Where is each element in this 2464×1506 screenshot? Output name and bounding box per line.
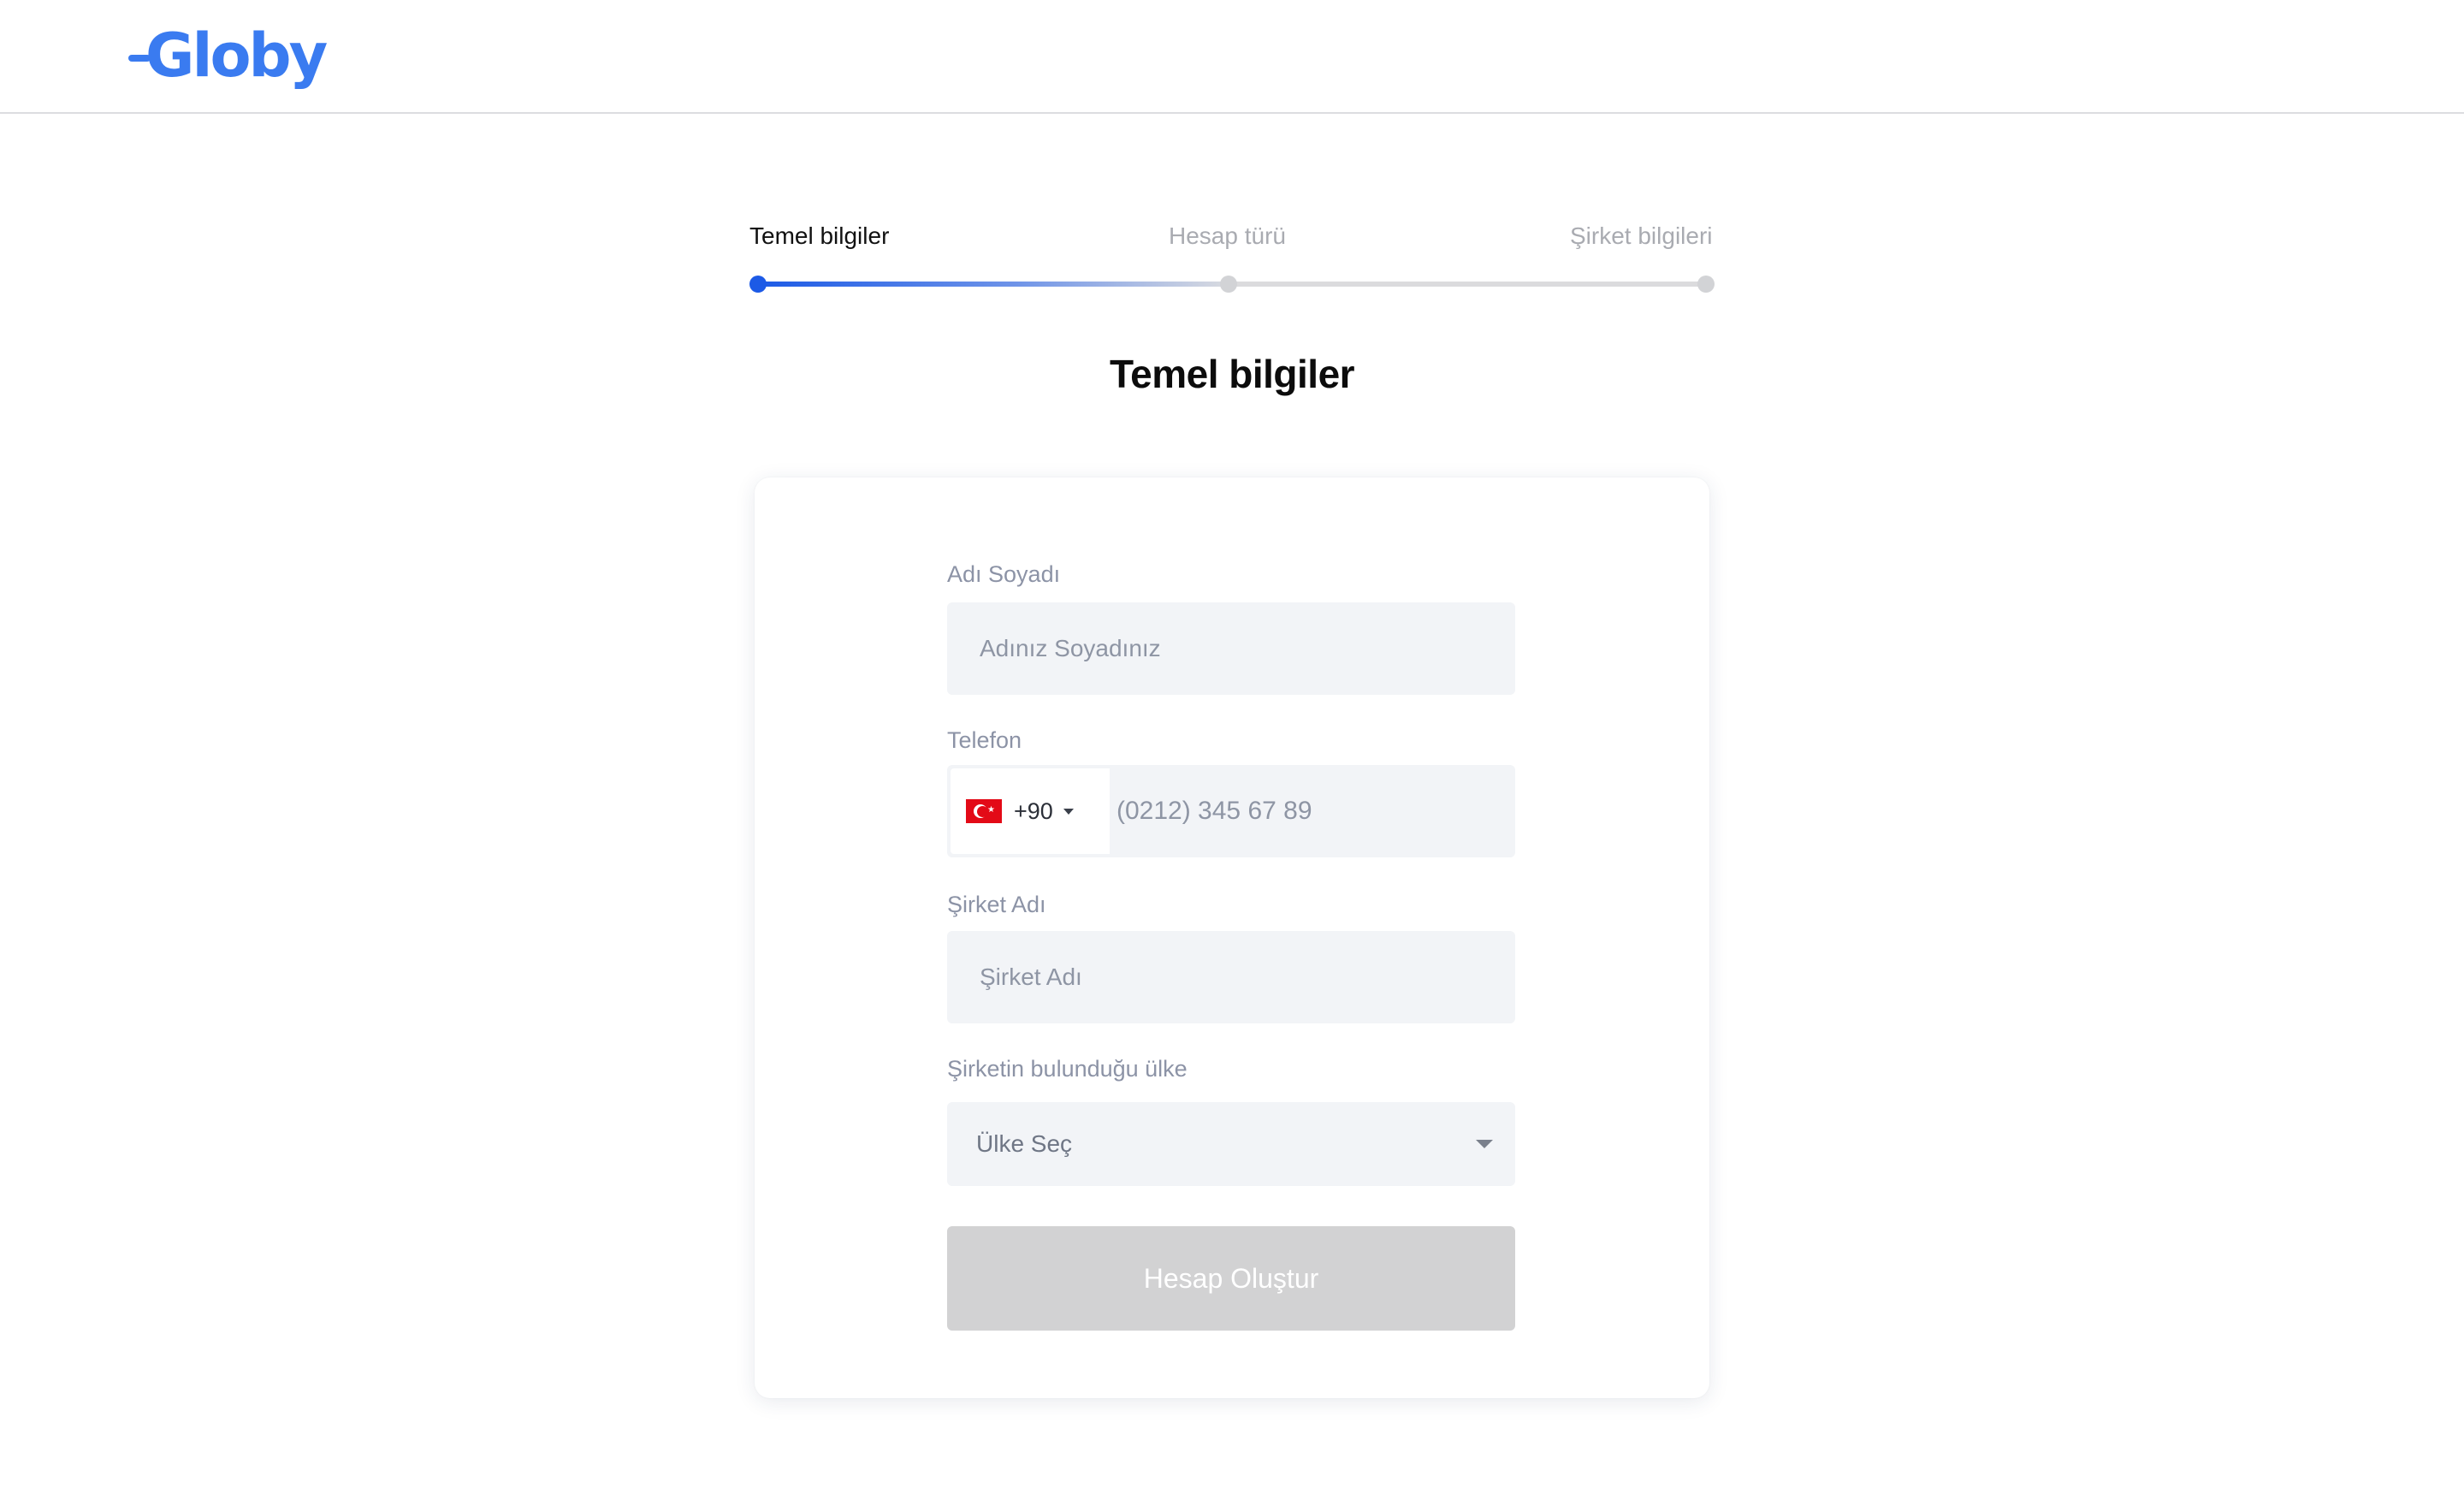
step-label-basic-info: Temel bilgiler	[749, 222, 890, 249]
company-name-placeholder: Şirket Adı	[980, 963, 1082, 990]
step-dot-account-type	[1220, 276, 1237, 293]
page-title: Temel bilgiler	[1109, 352, 1355, 396]
logo-text: Globy	[145, 21, 328, 91]
globy-logo[interactable]: Globy	[128, 19, 328, 92]
name-input[interactable]: Adınız Soyadınız	[947, 602, 1515, 695]
country-code-select[interactable]: ★ +90	[951, 768, 1110, 854]
country-select-value: Ülke Seç	[976, 1130, 1073, 1157]
country-select[interactable]: Ülke Seç	[947, 1102, 1515, 1186]
dial-code: +90	[1014, 797, 1053, 824]
step-dot-basic-info	[749, 276, 767, 293]
company-country-label: Şirketin bulunduğu ülke	[947, 1056, 1188, 1082]
company-name-label: Şirket Adı	[947, 892, 1046, 917]
stepper-progress-fill	[758, 282, 1229, 287]
phone-label: Telefon	[947, 727, 1022, 753]
name-input-placeholder: Adınız Soyadınız	[980, 635, 1161, 661]
create-account-button[interactable]: Hesap Oluştur	[947, 1226, 1515, 1331]
chevron-down-icon	[1476, 1140, 1493, 1148]
caret-down-icon	[1063, 808, 1074, 815]
name-label: Adı Soyadı	[947, 561, 1061, 587]
phone-field: ★ +90 (0212) 345 67 89	[947, 765, 1515, 857]
phone-input-placeholder: (0212) 345 67 89	[1116, 797, 1312, 825]
company-name-input[interactable]: Şirket Adı	[947, 931, 1515, 1023]
turkey-flag-icon: ★	[966, 799, 1002, 823]
step-label-company-info: Şirket bilgileri	[1570, 222, 1713, 249]
top-header: Globy	[0, 0, 2464, 114]
step-dot-company-info	[1697, 276, 1715, 293]
phone-input[interactable]: (0212) 345 67 89	[1116, 765, 1312, 857]
step-label-account-type: Hesap türü	[1169, 222, 1286, 249]
